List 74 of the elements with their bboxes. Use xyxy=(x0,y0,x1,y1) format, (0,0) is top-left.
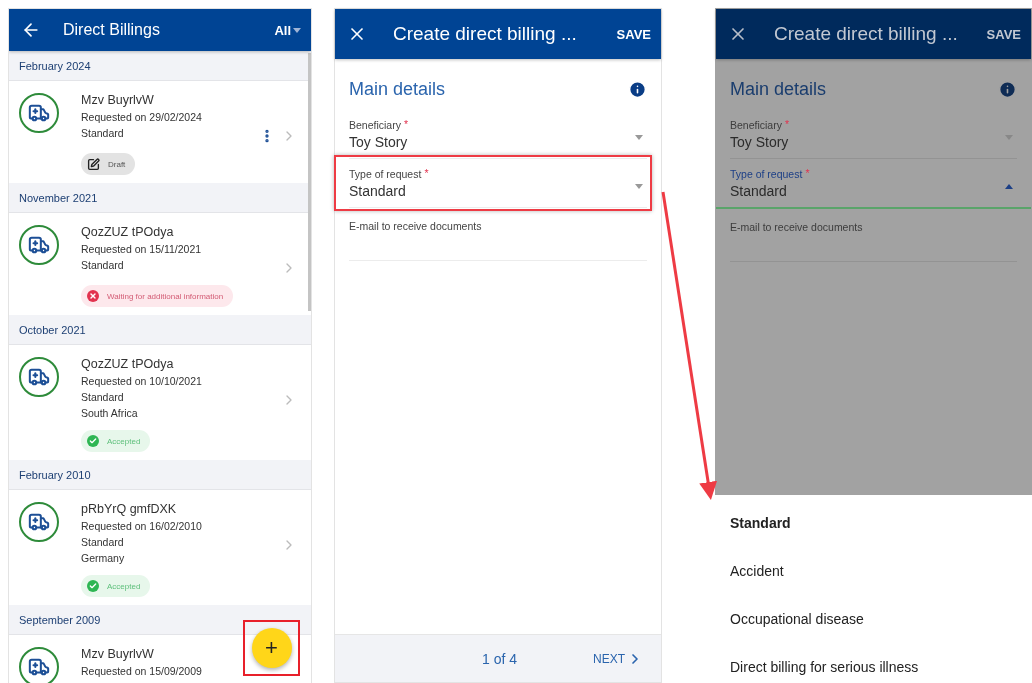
screen-title: Create direct billing ... xyxy=(392,23,578,45)
dropdown-option[interactable]: Direct billing for serious illness xyxy=(715,643,1032,683)
ambulance-icon xyxy=(19,502,59,542)
request-detail: Standard xyxy=(81,535,124,550)
ambulance-icon xyxy=(19,225,59,265)
field-label: Type of request xyxy=(349,167,422,181)
month-header: November 2021 xyxy=(9,183,311,213)
field-label: Beneficiary xyxy=(730,118,782,132)
caret-icon xyxy=(635,135,643,140)
field-label: E-mail to receive documents xyxy=(730,220,863,235)
request-detail: Standard xyxy=(81,390,124,405)
status-label: Draft xyxy=(108,159,126,169)
field-value: Toy Story xyxy=(349,133,409,152)
field-label: E-mail to receive documents xyxy=(349,219,482,234)
status-label: Accepted xyxy=(107,581,141,591)
save-button[interactable]: SAVE xyxy=(616,26,651,42)
scrollbar[interactable] xyxy=(308,53,311,311)
request-detail: Germany xyxy=(81,551,125,566)
ambulance-icon xyxy=(19,647,59,683)
caret-icon xyxy=(635,184,643,189)
select-field[interactable]: Beneficiary * Toy Story xyxy=(349,110,647,159)
field-value: Standard xyxy=(349,182,407,201)
required-mark: * xyxy=(805,167,810,181)
request-date: Requested on 29/02/2024 xyxy=(81,110,202,125)
check-icon xyxy=(87,580,99,592)
required-mark: * xyxy=(424,167,429,181)
select-field[interactable]: Type of request * Standard xyxy=(349,159,647,208)
required-mark: * xyxy=(403,118,409,132)
required-mark: * xyxy=(784,118,790,132)
page-indicator: 1 of 4 xyxy=(481,650,517,667)
field-value: Standard xyxy=(730,182,788,201)
request-date: Requested on 16/02/2010 xyxy=(81,519,202,534)
screen-title: Create direct billing ... xyxy=(773,23,959,45)
caret-icon xyxy=(1005,184,1013,189)
field-label: Beneficiary xyxy=(349,118,401,132)
month-header: September 2009 xyxy=(9,605,311,635)
field-label: Type of request xyxy=(730,167,803,181)
select-field[interactable]: Beneficiary * Toy Story xyxy=(730,110,1017,159)
email-field[interactable]: E-mail to receive documents xyxy=(349,208,647,261)
month-header: February 2010 xyxy=(9,460,311,490)
month-header: October 2021 xyxy=(9,315,311,345)
screen-title: Direct Billings xyxy=(62,21,161,39)
check-icon xyxy=(87,435,99,447)
dropdown-option[interactable]: Accident xyxy=(715,547,1032,595)
beneficiary-name: pRbYrQ gmfDXK xyxy=(81,501,177,518)
request-detail: South Africa xyxy=(81,406,138,421)
ambulance-icon xyxy=(19,93,59,133)
pencil-icon xyxy=(87,157,100,171)
dropdown-option[interactable]: Occupational disease xyxy=(715,595,1032,643)
ambulance-icon xyxy=(19,357,59,397)
section-title: Main details xyxy=(730,79,827,100)
save-button[interactable]: SAVE xyxy=(986,26,1021,42)
beneficiary-name: Mzv BuyrlvW xyxy=(81,646,154,663)
dropdown-option[interactable]: Standard xyxy=(715,499,1032,547)
beneficiary-name: QozZUZ tPOdya xyxy=(81,224,174,241)
field-value: Toy Story xyxy=(730,133,790,152)
info-icon[interactable] xyxy=(998,80,1017,99)
email-field[interactable]: E-mail to receive documents xyxy=(730,209,1017,262)
cross-icon xyxy=(87,290,99,302)
request-detail: Standard xyxy=(81,258,124,273)
caret-icon xyxy=(1005,135,1013,140)
status-label: Waiting for additional information xyxy=(107,291,224,301)
status-label: Accepted xyxy=(107,436,141,446)
next-button[interactable]: NEXT xyxy=(593,650,643,667)
request-date: Requested on 10/10/2021 xyxy=(81,374,202,389)
beneficiary-name: QozZUZ tPOdya xyxy=(81,356,174,373)
select-field[interactable]: Type of request * Standard xyxy=(716,159,1031,209)
month-header: February 2024 xyxy=(9,51,311,81)
request-detail: Standard xyxy=(81,126,124,141)
request-date: Requested on 15/11/2021 xyxy=(81,242,202,257)
section-title: Main details xyxy=(349,79,446,100)
beneficiary-name: Mzv BuyrlvW xyxy=(81,92,154,109)
request-date: Requested on 15/09/2009 xyxy=(81,664,202,679)
filter-dropdown[interactable]: All xyxy=(274,22,301,38)
